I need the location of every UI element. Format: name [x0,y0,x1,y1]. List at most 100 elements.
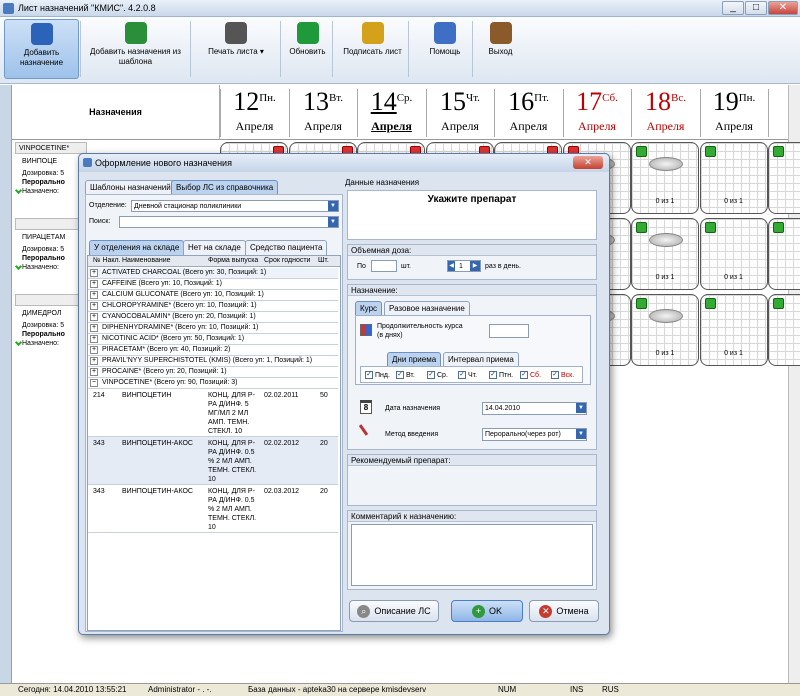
day-column-header[interactable]: 12Пн. Апреля [220,89,288,137]
expand-icon[interactable]: + [90,324,98,332]
drug-group-row[interactable]: + ACTIVATED CHARCOAL (Всего уп: 30, Позиц… [88,268,338,279]
date-picker[interactable]: 14.04.2010 ▼ [482,402,587,415]
tab-days-of-week[interactable]: Дни приема [387,352,442,366]
weekday-checkbox[interactable]: ✓ Вт. [396,371,415,379]
toolbar-button-0[interactable]: Добавить назначение [4,19,79,79]
drug-group-label: PIRACETAM* (Всего уп: 40, Позиций: 2) [102,346,231,353]
prescription-header[interactable]: VINPOCETINE* [15,142,87,154]
expand-icon[interactable]: + [90,280,98,288]
ok-button[interactable]: + OK [451,600,523,622]
weekday-checkbox[interactable]: ✓ Чт. [458,371,477,379]
weekday-checkbox[interactable]: ✓ Сб. [520,371,541,379]
prescription-header[interactable] [15,218,87,230]
search-input[interactable]: ▼ [119,216,339,228]
tab-templates[interactable]: Шаблоны назначений [85,180,176,194]
duration-input[interactable] [489,324,529,338]
collapse-icon[interactable]: − [90,379,98,387]
weekday-checkbox[interactable]: ✓ Птн. [489,371,513,379]
expand-icon[interactable]: + [90,346,98,354]
per-day-stepper[interactable]: ◀ 1 ▶ [447,260,481,272]
add-icon[interactable] [773,298,784,309]
schedule-cell[interactable] [768,294,800,366]
drug-description-button[interactable]: ⌕ Описание ЛС [349,600,439,622]
cancel-button[interactable]: ✕ Отмена [529,600,599,622]
day-column-header[interactable]: 16Пт. Апреля [494,89,562,137]
schedule-cell[interactable] [768,218,800,290]
tab-out-of-stock[interactable]: Нет на складе [183,240,246,255]
drug-group-row[interactable]: + PIRACETAM* (Всего уп: 40, Позиций: 2) [88,345,338,356]
comment-textarea[interactable] [351,524,593,586]
col-form[interactable]: Форма выпуска [208,256,258,266]
day-column-header[interactable]: 19Пн. Апреля [699,89,768,137]
tab-interval[interactable]: Интервал приема [443,352,519,366]
expand-icon[interactable]: + [90,291,98,299]
drug-group-row[interactable]: + CHLOROPYRAMINE* (Всего уп: 10, Позиций:… [88,301,338,312]
product-row[interactable]: 343 ВИНПОЦЕТИН-АКОС КОНЦ. ДЛЯ Р-РА Д/ИНФ. … [88,485,338,533]
expand-icon[interactable]: + [90,335,98,343]
expand-icon[interactable]: + [90,269,98,277]
toolbar-button-2[interactable]: Печать листа ▾ [197,19,275,79]
col-name[interactable]: Наименование [122,256,171,266]
drug-group-row[interactable]: + NICOTINIC ACID* (Всего уп: 50, Позиций:… [88,334,338,345]
tab-patient-drug[interactable]: Средство пациента [245,240,328,255]
expand-icon[interactable]: + [90,368,98,376]
expand-icon[interactable]: + [90,313,98,321]
prescription-header[interactable] [15,294,87,306]
department-select[interactable]: Дневной стационар поликлиники ▼ [131,200,339,212]
toolbar-button-4[interactable]: Подписать лист [340,19,405,79]
schedule-cell[interactable]: 0 из 1 [631,218,699,290]
add-icon[interactable] [636,146,647,157]
drug-group-row[interactable]: + PRAVIL'NYY SUPERCHISTOTEL (KMIS) (Всего… [88,356,338,367]
add-icon[interactable] [636,298,647,309]
toolbar-button-6[interactable]: Выход [478,19,523,79]
add-icon[interactable] [773,146,784,157]
tab-single[interactable]: Разовое назначение [384,301,470,315]
schedule-cell[interactable]: 0 из 1 [699,142,768,214]
col-exp[interactable]: Срок годности [264,256,310,266]
tab-course[interactable]: Курс [355,301,383,315]
drug-group-row[interactable]: − VINPOCETINE* (Всего уп: 90, Позиций: 3) [88,378,338,389]
schedule-cell[interactable]: 0 из 1 [631,142,699,214]
toolbar-button-1[interactable]: Добавить назначения из шаблона [83,19,188,79]
product-row[interactable]: 343 ВИНПОЦЕТИН-АКОС КОНЦ. ДЛЯ Р-РА Д/ИНФ. … [88,437,338,485]
dose-amount-input[interactable] [371,260,397,272]
close-button[interactable]: ✕ [768,1,798,15]
col-nakl[interactable]: № Накл. [93,256,121,266]
day-column-header[interactable]: 17Сб. Апреля [562,89,631,137]
weekday-checkbox[interactable]: ✓ Пнд. [365,371,390,379]
expand-icon[interactable]: + [90,357,98,365]
toolbar-button-5[interactable]: Помощь [415,19,475,79]
drug-group-row[interactable]: + CYANOCOBALAMIN* (Всего уп: 20, Позиций:… [88,312,338,323]
drug-group-row[interactable]: + DIPHENHYDRAMINE* (Всего уп: 10, Позиций… [88,323,338,334]
add-icon[interactable] [704,222,716,233]
tab-drug-directory[interactable]: Выбор ЛС из справочника [171,180,279,194]
drug-group-row[interactable]: + CALCIUM GLUCONATE (Всего уп: 10, Позици… [88,290,338,301]
product-row[interactable]: 214 ВИНПОЦЕТИН КОНЦ. ДЛЯ Р-РА Д/ИНФ. 5 МГ/… [88,389,338,437]
drug-group-row[interactable]: + PROCAINE* (Всего уп: 20, Позиций: 1) [88,367,338,378]
weekday-checkbox[interactable]: ✓ Ср. [427,371,448,379]
expand-icon[interactable]: + [90,302,98,310]
dialog-title: Оформление нового назначения [79,154,609,172]
add-icon[interactable] [636,222,647,233]
drug-group-row[interactable]: + CAFFEINE (Всего уп: 10, Позиций: 1) [88,279,338,290]
add-icon[interactable] [704,298,716,309]
schedule-cell[interactable]: 0 из 1 [699,294,768,366]
minimize-button[interactable]: _ [722,1,744,15]
day-column-header[interactable]: 14Ср. Апреля [357,89,425,137]
schedule-cell[interactable]: 0 из 1 [699,218,768,290]
dialog-close-button[interactable]: ✕ [573,156,603,169]
maximize-button[interactable]: □ [745,1,767,15]
add-icon[interactable] [773,222,784,233]
tab-in-stock[interactable]: У отделения на складе [89,240,185,255]
toolbar-button-3[interactable]: Обновить [285,19,330,79]
schedule-cell[interactable]: 0 из 1 [631,294,699,366]
schedule-cell[interactable] [768,142,800,214]
day-column-header[interactable]: 15Чт. Апреля [425,89,494,137]
add-icon[interactable] [704,146,716,157]
method-select[interactable]: Перорально(через рот) ▼ [482,428,587,441]
left-splitter[interactable] [0,85,12,683]
col-qty[interactable]: Шт. [318,256,329,266]
weekday-checkbox[interactable]: ✓ Вск. [551,371,574,379]
day-column-header[interactable]: 13Вт. Апреля [288,89,357,137]
day-column-header[interactable]: 18Вс. Апреля [631,89,699,137]
